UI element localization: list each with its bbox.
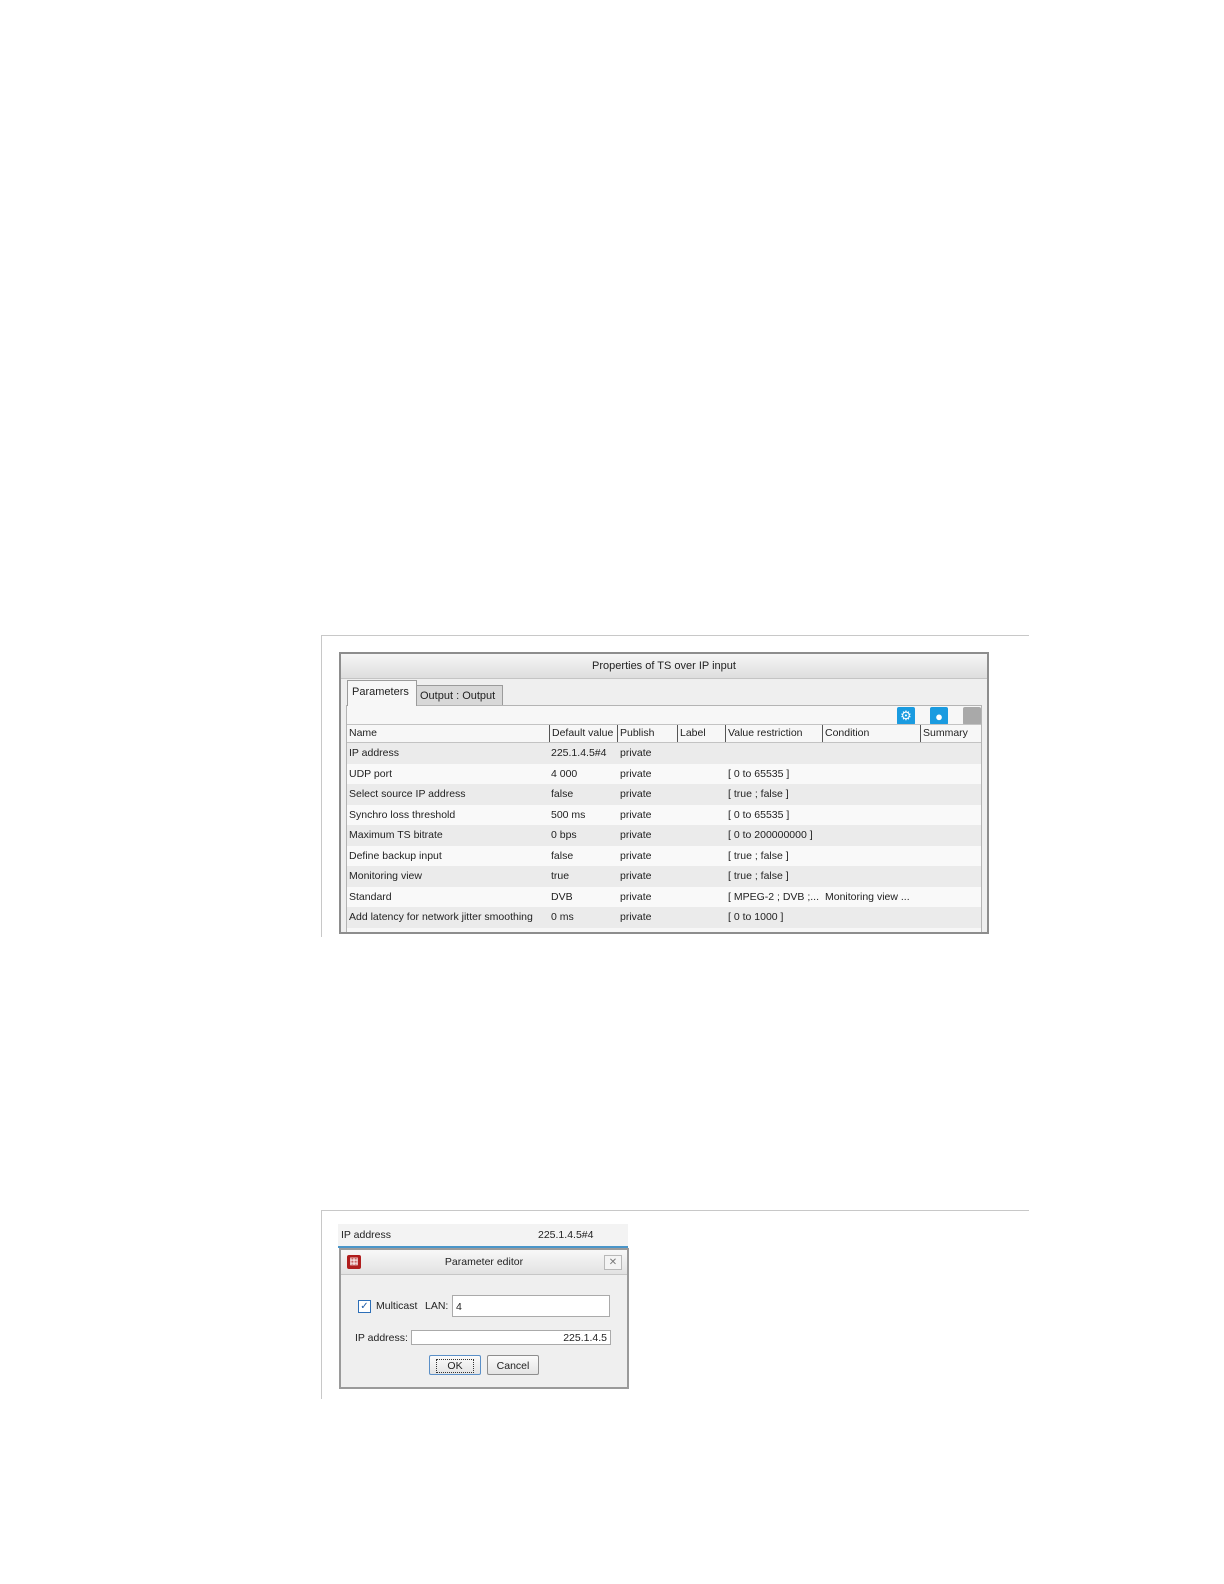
table-row[interactable]: Standard DVB private [ MPEG-2 ; DVB ;... Mon… (347, 886, 981, 907)
multicast-checkbox[interactable]: ✓ (358, 1300, 371, 1313)
column-header-name[interactable]: Name (347, 725, 549, 742)
dialog-titlebar: ▦ Parameter editor ✕ (341, 1250, 627, 1275)
cell-publish: private (620, 890, 652, 903)
cell-publish: private (620, 747, 652, 759)
cancel-button[interactable]: Cancel (487, 1355, 539, 1375)
cell-default-value: 0 ms (551, 911, 574, 923)
lan-field[interactable]: 4 (452, 1295, 610, 1317)
cell-name: Add latency for network jitter smoothing (349, 911, 533, 923)
cell-name: Synchro loss threshold (349, 808, 456, 821)
cell-value-restriction: [ 0 to 65535 ] (728, 808, 790, 821)
cell-value-restriction: [ true ; false ] (728, 870, 789, 882)
table-row[interactable]: IP address 225.1.4.5#4 private (347, 743, 981, 764)
table-row[interactable]: UDP port 4 000 private [ 0 to 65535 ] (347, 763, 981, 784)
parameter-editor-dialog: ▦ Parameter editor ✕ ✓ Multicast LAN: 4 … (339, 1248, 629, 1389)
cell-name: Define backup input (349, 849, 442, 862)
cell-value-restriction: [ true ; false ] (728, 849, 789, 862)
selected-row-value: 225.1.4.5#4 (538, 1229, 594, 1241)
ok-button-label: OK (436, 1359, 474, 1373)
properties-figure: Properties of TS over IP input Parameter… (321, 635, 1029, 937)
column-header-value-restriction[interactable]: Value restriction (725, 725, 822, 742)
selected-row-name: IP address (341, 1229, 392, 1241)
cell-default-value: false (551, 849, 574, 862)
window-title: Properties of TS over IP input (341, 654, 987, 679)
tab-output[interactable]: Output : Output (415, 685, 503, 706)
column-header-publish[interactable]: Publish (617, 725, 677, 742)
cell-publish: private (620, 829, 652, 841)
lan-label: LAN: (425, 1300, 449, 1312)
cell-publish: private (620, 849, 652, 862)
cell-value-restriction: [ 0 to 1000 ] (728, 911, 784, 923)
multicast-label: Multicast (376, 1300, 418, 1312)
parameter-editor-figure: IP address 225.1.4.5#4 ▦ Parameter edito… (321, 1210, 1029, 1399)
cell-value-restriction: [ true ; false ] (728, 788, 789, 800)
cell-publish: private (620, 808, 652, 821)
selected-row[interactable]: IP address 225.1.4.5#4 (338, 1224, 628, 1246)
table-row[interactable]: Add latency for network jitter smoothing… (347, 907, 981, 928)
close-icon[interactable]: ✕ (604, 1255, 622, 1270)
cell-default-value: true (551, 870, 570, 882)
cell-default-value: false (551, 788, 574, 800)
disabled-icon (963, 707, 981, 725)
ip-address-field[interactable]: 225.1.4.5 (411, 1330, 611, 1345)
table-row[interactable]: Maximum TS bitrate 0 bps private [ 0 to 200… (347, 825, 981, 846)
cell-publish: private (620, 870, 652, 882)
parameters-table: ⚙ ● Name Default value Publish Label Val… (346, 705, 982, 932)
cell-condition: Monitoring view ... (825, 890, 910, 903)
cell-publish: private (620, 767, 652, 780)
tab-parameters[interactable]: Parameters (347, 680, 417, 706)
cell-name: Standard (349, 890, 392, 903)
cell-default-value: 500 ms (551, 808, 586, 821)
cell-default-value: 0 bps (551, 829, 577, 841)
column-header-summary[interactable]: Summary (920, 725, 981, 742)
user-icon[interactable]: ● (930, 707, 948, 725)
cell-value-restriction: [ 0 to 65535 ] (728, 767, 790, 780)
cell-name: Maximum TS bitrate (349, 829, 443, 841)
cell-name: UDP port (349, 767, 392, 780)
cell-publish: private (620, 788, 652, 800)
dialog-title: Parameter editor (444, 1256, 524, 1268)
column-header-label[interactable]: Label (677, 725, 725, 742)
cell-name: Select source IP address (349, 788, 466, 800)
cell-default-value: 225.1.4.5#4 (551, 747, 607, 759)
table-row[interactable]: Synchro loss threshold 500 ms private [ 0 t… (347, 804, 981, 825)
properties-window: Properties of TS over IP input Parameter… (339, 652, 989, 934)
cell-value-restriction: [ 0 to 200000000 ] (728, 829, 813, 841)
ok-button[interactable]: OK (429, 1355, 481, 1375)
table-row[interactable]: Monitoring view true private [ true ; false… (347, 866, 981, 887)
table-header: Name Default value Publish Label Value r… (347, 724, 981, 743)
cell-name: Monitoring view (349, 870, 422, 882)
column-header-default-value[interactable]: Default value (549, 725, 617, 742)
ip-address-label: IP address: (355, 1332, 408, 1344)
table-row[interactable]: Select source IP address false private [ tr… (347, 784, 981, 805)
app-icon: ▦ (347, 1255, 361, 1269)
cell-default-value: 4 000 (551, 767, 578, 780)
table-row[interactable]: Define backup input false private [ true ; … (347, 845, 981, 866)
cell-publish: private (620, 911, 652, 923)
column-header-condition[interactable]: Condition (822, 725, 920, 742)
cell-value-restriction: [ MPEG-2 ; DVB ;... (728, 890, 820, 903)
table-body: IP address 225.1.4.5#4 private UDP port 4 00… (347, 743, 981, 928)
cell-name: IP address (349, 747, 400, 759)
gear-icon[interactable]: ⚙ (897, 707, 915, 725)
cell-default-value: DVB (551, 890, 573, 903)
